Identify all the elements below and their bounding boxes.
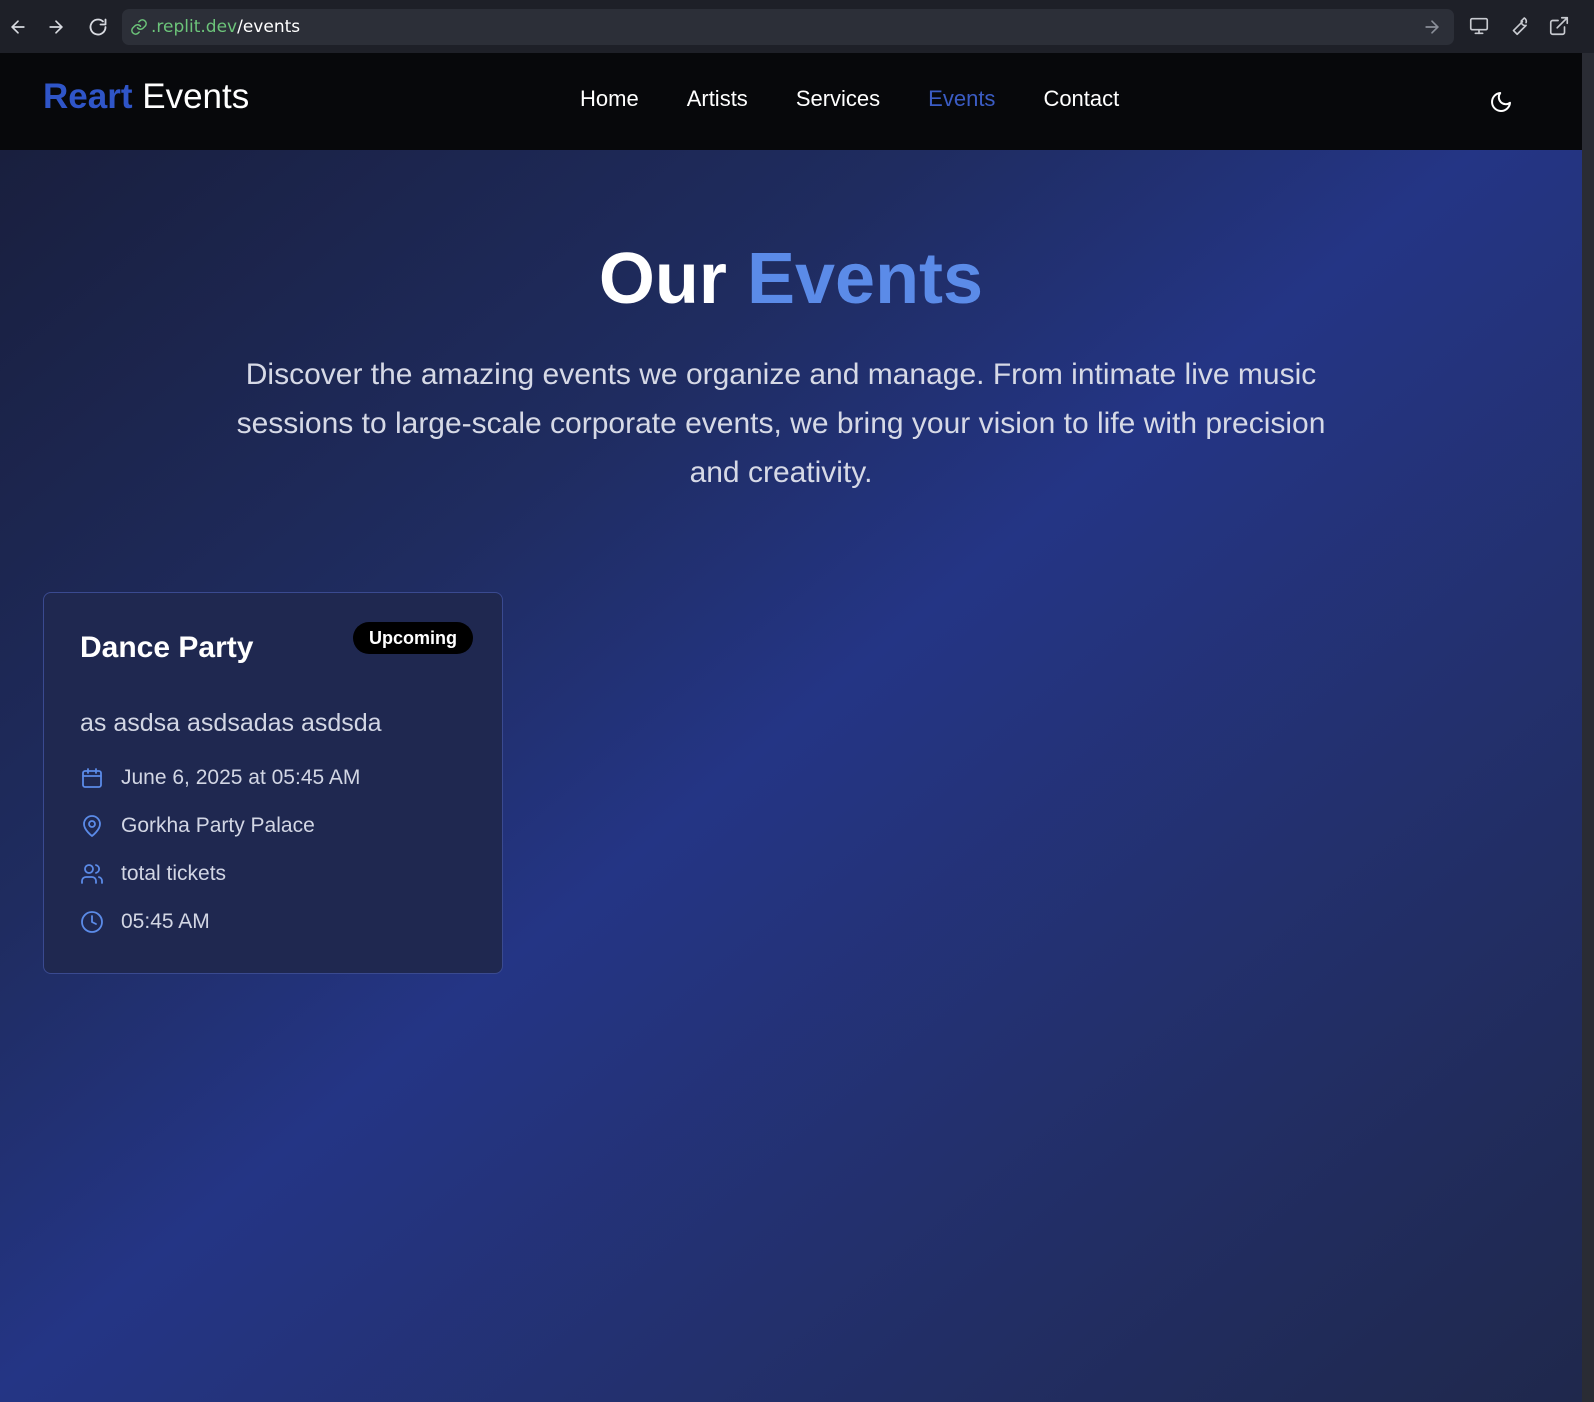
site-logo[interactable]: Reart Events xyxy=(43,77,249,117)
page-intro: Discover the amazing events we organize … xyxy=(236,358,1326,489)
logo-accent: Reart xyxy=(43,77,133,116)
address-bar[interactable]: .replit.dev/events xyxy=(122,9,1454,45)
link-icon xyxy=(130,18,148,36)
event-date: June 6, 2025 at 05:45 AM xyxy=(121,766,361,789)
title-accent: Events xyxy=(746,239,984,319)
arrow-right-icon xyxy=(49,20,63,34)
wrench-icon[interactable] xyxy=(1506,13,1532,39)
forward-button[interactable] xyxy=(38,9,74,45)
events-page: Our Events Discover the amazing events w… xyxy=(0,150,1582,1402)
nav-artists[interactable]: Artists xyxy=(687,86,748,112)
arrow-left-icon xyxy=(11,20,25,34)
logo-rest: Events xyxy=(142,77,250,116)
clock-icon xyxy=(80,910,104,934)
browser-toolbar: .replit.dev/events xyxy=(0,0,1594,53)
main-nav: Home Artists Services Events Contact xyxy=(580,86,1119,112)
url-path: /events xyxy=(237,17,301,37)
browser-actions xyxy=(1466,13,1572,39)
status-badge: Upcoming xyxy=(353,622,473,654)
event-title: Dance Party xyxy=(80,631,254,664)
event-venue-row: Gorkha Party Palace xyxy=(80,814,315,838)
theme-toggle-button[interactable] xyxy=(1488,89,1514,115)
nav-contact[interactable]: Contact xyxy=(1043,86,1119,112)
back-button[interactable] xyxy=(0,9,36,45)
event-tickets-row: total tickets xyxy=(80,862,226,886)
page-title: Our Events xyxy=(0,238,1582,320)
event-time: 05:45 AM xyxy=(121,910,210,933)
event-time-row: 05:45 AM xyxy=(80,910,210,934)
reload-icon xyxy=(89,18,107,36)
moon-icon xyxy=(1491,92,1511,112)
scrollbar[interactable] xyxy=(1582,53,1594,1402)
site-header: Reart Events Home Artists Services Event… xyxy=(0,53,1582,150)
monitor-icon[interactable] xyxy=(1466,13,1492,39)
nav-home[interactable]: Home xyxy=(580,86,639,112)
nav-events[interactable]: Events xyxy=(928,86,995,112)
title-main: Our xyxy=(598,239,727,319)
event-card[interactable]: Dance Party Upcoming as asdsa asdsadas a… xyxy=(43,592,503,974)
nav-services[interactable]: Services xyxy=(796,86,880,112)
reload-button[interactable] xyxy=(80,9,116,45)
event-tickets: total tickets xyxy=(121,862,227,885)
event-venue: Gorkha Party Palace xyxy=(121,814,315,837)
event-description: as asdsa asdsadas asdsda xyxy=(80,709,382,737)
go-arrow-icon[interactable] xyxy=(1422,17,1442,37)
map-pin-icon xyxy=(80,814,104,838)
event-date-row: June 6, 2025 at 05:45 AM xyxy=(80,766,360,790)
external-link-icon[interactable] xyxy=(1546,13,1572,39)
users-icon xyxy=(80,862,104,886)
url-domain: .replit.dev xyxy=(151,17,238,37)
calendar-icon xyxy=(80,766,104,790)
